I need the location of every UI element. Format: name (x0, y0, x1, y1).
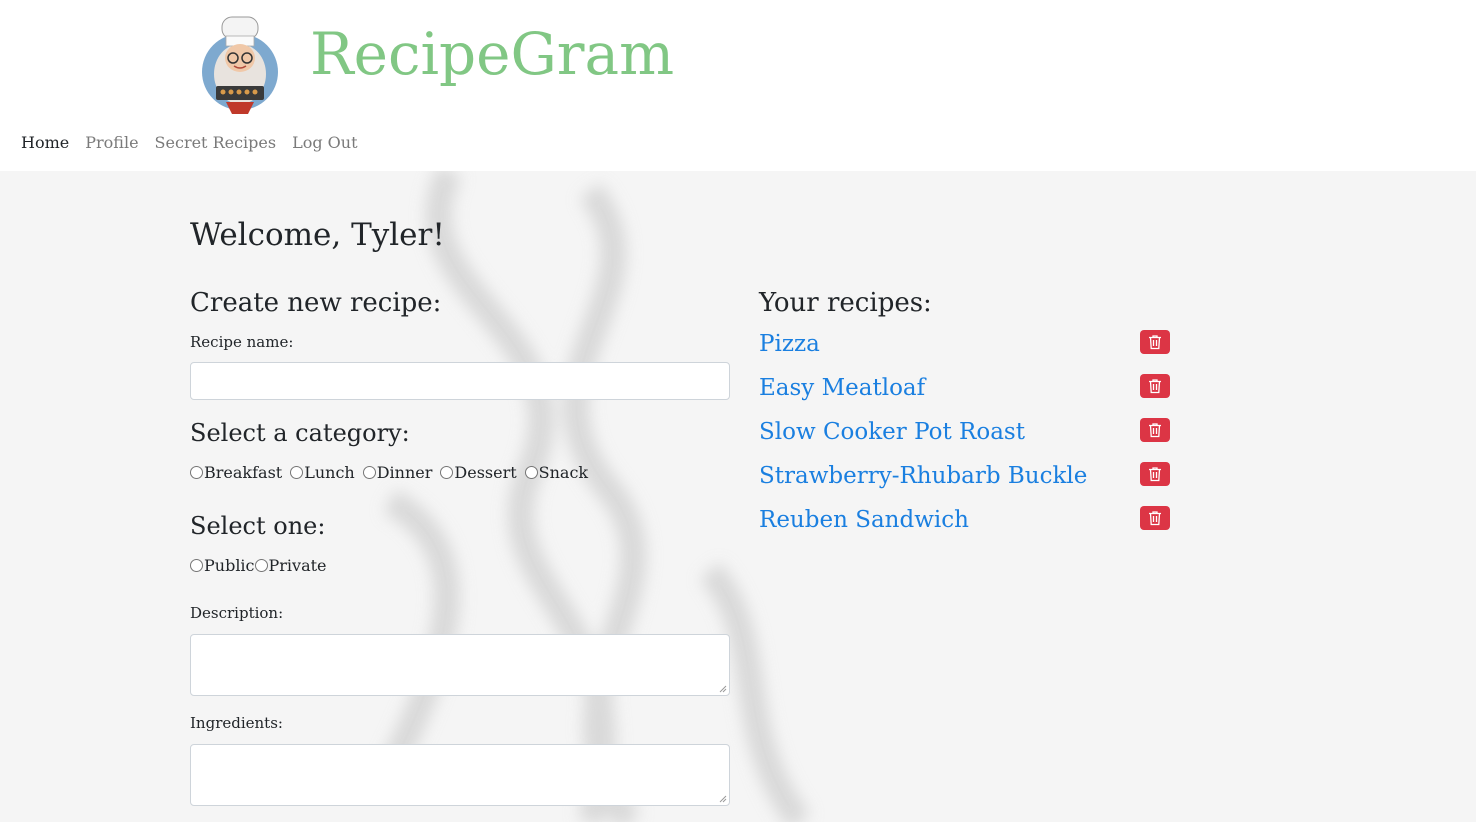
category-option-dessert[interactable]: Dessert (440, 463, 517, 482)
category-radio-group: Breakfast Lunch Dinner Dessert Snack (190, 463, 596, 482)
trash-icon (1149, 335, 1161, 350)
category-option-breakfast[interactable]: Breakfast (190, 463, 282, 482)
nav-profile[interactable]: Profile (77, 131, 146, 155)
trash-icon (1149, 511, 1161, 526)
welcome-heading: Welcome, Tyler! (190, 217, 445, 253)
recipe-name-label: Recipe name: (190, 333, 294, 351)
radio-label: Snack (538, 463, 589, 482)
chef-grandma-logo[interactable] (196, 12, 286, 116)
smoke-background-graphic (378, 171, 811, 822)
recipe-link[interactable]: Easy Meatloaf (759, 373, 925, 403)
visibility-option-public[interactable]: Public (190, 556, 255, 575)
radio-button[interactable] (440, 466, 454, 479)
create-recipe-heading: Create new recipe: (190, 288, 442, 318)
nav-secret-recipes[interactable]: Secret Recipes (147, 131, 285, 155)
delete-recipe-button[interactable] (1140, 330, 1170, 354)
nav-log-out[interactable]: Log Out (284, 131, 365, 155)
radio-button[interactable] (190, 559, 203, 572)
category-option-lunch[interactable]: Lunch (290, 463, 355, 482)
resize-grip-icon[interactable] (719, 685, 727, 693)
nav-home[interactable]: Home (21, 131, 77, 155)
recipe-list-item: Reuben Sandwich (759, 505, 1170, 535)
main-content: Welcome, Tyler! Create new recipe: Recip… (0, 171, 1476, 822)
trash-icon (1149, 467, 1161, 482)
radio-label: Dinner (376, 463, 433, 482)
recipe-list-item: Pizza (759, 329, 1170, 359)
radio-button[interactable] (254, 559, 268, 572)
ingredients-label: Ingredients: (190, 714, 283, 732)
radio-label: Breakfast (204, 463, 283, 482)
delete-recipe-button[interactable] (1140, 462, 1170, 486)
recipe-link[interactable]: Slow Cooker Pot Roast (759, 417, 1025, 447)
radio-label: Dessert (454, 463, 517, 482)
radio-label: Lunch (304, 463, 355, 482)
radio-button[interactable] (524, 466, 538, 479)
description-textarea[interactable] (190, 634, 730, 696)
radio-label: Public (204, 556, 255, 575)
radio-label: Private (268, 556, 327, 575)
recipe-list-item: Slow Cooker Pot Roast (759, 417, 1170, 447)
site-header: RecipeGram Home Profile Secret Recipes L… (0, 0, 1476, 171)
delete-recipe-button[interactable] (1140, 374, 1170, 398)
recipe-list-item: Strawberry-Rhubarb Buckle (759, 461, 1170, 491)
your-recipes-heading: Your recipes: (759, 288, 932, 318)
visibility-option-private[interactable]: Private (254, 556, 327, 575)
radio-button[interactable] (362, 466, 376, 479)
category-heading: Select a category: (190, 419, 410, 447)
visibility-heading: Select one: (190, 512, 326, 540)
recipe-name-input[interactable] (190, 362, 730, 400)
delete-recipe-button[interactable] (1140, 418, 1170, 442)
category-option-dinner[interactable]: Dinner (362, 463, 433, 482)
recipe-link[interactable]: Reuben Sandwich (759, 505, 969, 535)
radio-button[interactable] (290, 466, 304, 479)
recipe-link[interactable]: Strawberry-Rhubarb Buckle (759, 461, 1087, 491)
category-option-snack[interactable]: Snack (524, 463, 589, 482)
delete-recipe-button[interactable] (1140, 506, 1170, 530)
radio-button[interactable] (190, 466, 203, 479)
brand-title: RecipeGram (310, 20, 675, 88)
description-label: Description: (190, 604, 284, 622)
recipe-link[interactable]: Pizza (759, 329, 820, 359)
trash-icon (1149, 423, 1161, 438)
trash-icon (1149, 379, 1161, 394)
visibility-radio-group: Public Private (190, 556, 335, 575)
ingredients-textarea[interactable] (190, 744, 730, 806)
main-nav: Home Profile Secret Recipes Log Out (21, 131, 366, 155)
resize-grip-icon[interactable] (719, 795, 727, 803)
recipe-list-item: Easy Meatloaf (759, 373, 1170, 403)
